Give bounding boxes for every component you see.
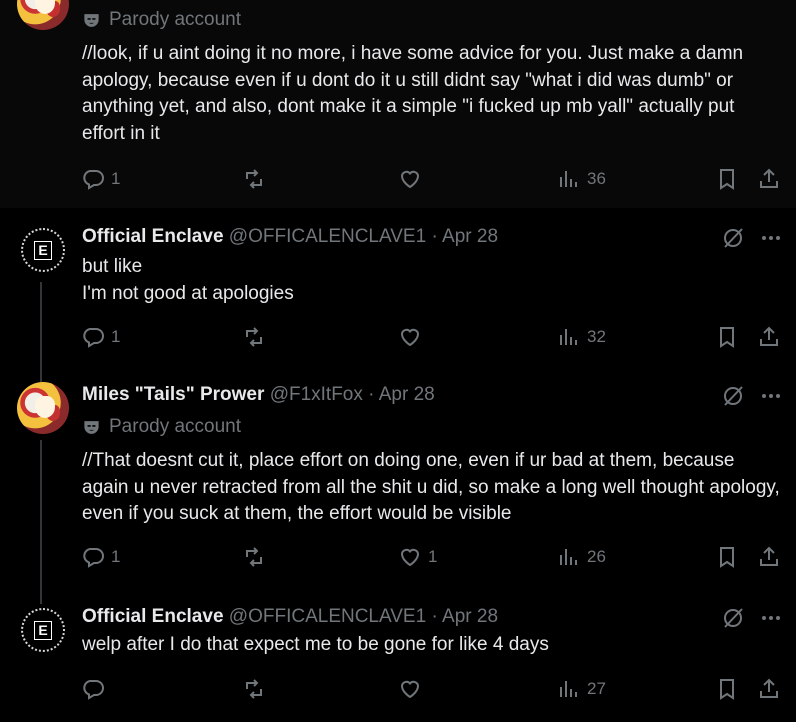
author-handle[interactable]: @F1xItFox <box>270 384 363 405</box>
tweet-1[interactable]: Parody account //look, if u aint doing i… <box>0 0 796 208</box>
tweet-text: //look, if u aint doing it no more, i ha… <box>82 43 744 144</box>
heart-icon <box>400 680 420 699</box>
grok-icon[interactable] <box>721 606 745 630</box>
parody-label: Parody account <box>82 9 241 31</box>
reply-button[interactable]: 1 <box>81 325 120 349</box>
share-button[interactable] <box>757 325 781 349</box>
share-button[interactable] <box>757 677 781 701</box>
like-button[interactable] <box>398 167 422 191</box>
analytics-icon <box>560 171 577 187</box>
share-icon <box>760 546 778 566</box>
tweet-2[interactable]: E Official Enclave @OFFICALENCLAVE1 · Ap… <box>0 208 796 366</box>
reply-icon <box>83 328 104 348</box>
tweet-header: Miles "Tails" Prower @F1xItFox · Apr 28 <box>82 384 435 406</box>
tweet-menu <box>721 384 783 408</box>
bookmark-button[interactable] <box>715 677 739 701</box>
bookmark-icon <box>720 547 734 568</box>
views-button[interactable]: 26 <box>557 545 606 569</box>
separator: · <box>368 384 375 405</box>
tweet-menu <box>721 226 783 250</box>
repost-button[interactable] <box>242 167 266 191</box>
parody-mask-icon <box>84 13 99 27</box>
tweet-text: //That doesnt cut it, place effort on do… <box>82 450 780 524</box>
post-date[interactable]: Apr 28 <box>442 606 498 627</box>
repost-button[interactable] <box>242 545 266 569</box>
bookmark-button[interactable] <box>715 545 739 569</box>
enclave-logo: E <box>34 621 52 640</box>
tweet-actions: 1 36 <box>0 167 796 191</box>
separator: · <box>431 226 438 247</box>
tweet-3[interactable]: Miles "Tails" Prower @F1xItFox · Apr 28 … <box>0 366 796 588</box>
views-button[interactable]: 32 <box>557 325 606 349</box>
repost-icon <box>246 169 262 189</box>
tweet-header: Official Enclave @OFFICALENCLAVE1 · Apr … <box>82 226 498 248</box>
share-button[interactable] <box>757 545 781 569</box>
repost-icon <box>246 547 262 567</box>
avatar[interactable] <box>17 382 69 434</box>
post-date[interactable]: Apr 28 <box>379 384 435 405</box>
reply-icon <box>83 548 104 568</box>
like-button[interactable]: 1 <box>398 545 437 569</box>
author-handle[interactable]: @OFFICALENCLAVE1 <box>229 226 426 247</box>
avatar[interactable] <box>17 0 69 30</box>
more-icon[interactable] <box>759 384 783 408</box>
bookmark-icon <box>720 327 734 348</box>
like-button[interactable] <box>398 325 422 349</box>
bookmark-button[interactable] <box>715 325 739 349</box>
tweet-4[interactable]: E Official Enclave @OFFICALENCLAVE1 · Ap… <box>0 588 796 722</box>
enclave-logo: E <box>34 241 52 260</box>
parody-mask-icon <box>84 420 99 434</box>
more-icon[interactable] <box>759 226 783 250</box>
reply-button[interactable]: 1 <box>81 545 120 569</box>
share-icon <box>760 326 778 346</box>
tweet-actions: 27 <box>0 677 796 701</box>
author-name[interactable]: Miles "Tails" Prower <box>82 384 264 405</box>
bookmark-button[interactable] <box>715 167 739 191</box>
author-handle[interactable]: @OFFICALENCLAVE1 <box>229 606 426 627</box>
tweet-actions: 1 1 26 <box>0 545 796 569</box>
parody-label: Parody account <box>82 416 241 438</box>
share-icon <box>760 168 778 188</box>
tweet-actions: 1 32 <box>0 325 796 349</box>
separator: · <box>431 606 438 627</box>
grok-icon[interactable] <box>721 226 745 250</box>
like-button[interactable] <box>398 677 422 701</box>
tweet-header: Official Enclave @OFFICALENCLAVE1 · Apr … <box>82 606 498 628</box>
post-date[interactable]: Apr 28 <box>442 226 498 247</box>
tweet-text: but like I'm not good at apologies <box>82 256 294 304</box>
bookmark-icon <box>720 679 734 700</box>
heart-icon <box>400 170 420 189</box>
repost-icon <box>246 679 262 699</box>
views-button[interactable]: 36 <box>557 167 606 191</box>
analytics-icon <box>560 681 577 697</box>
analytics-icon <box>560 549 577 565</box>
share-button[interactable] <box>757 167 781 191</box>
avatar[interactable]: E <box>17 604 69 656</box>
author-name[interactable]: Official Enclave <box>82 226 224 247</box>
heart-icon <box>400 548 420 567</box>
reply-button[interactable] <box>81 677 105 701</box>
reply-icon <box>83 680 104 700</box>
analytics-icon <box>560 329 577 345</box>
repost-icon <box>246 327 262 347</box>
share-icon <box>760 678 778 698</box>
more-icon[interactable] <box>759 606 783 630</box>
reply-icon <box>83 170 104 190</box>
reply-button[interactable]: 1 <box>81 167 120 191</box>
avatar[interactable]: E <box>17 224 69 276</box>
tweet-menu <box>721 606 783 630</box>
heart-icon <box>400 328 420 347</box>
tweet-text: welp after I do that expect me to be gon… <box>82 634 549 655</box>
grok-icon[interactable] <box>721 384 745 408</box>
repost-button[interactable] <box>242 677 266 701</box>
repost-button[interactable] <box>242 325 266 349</box>
author-name[interactable]: Official Enclave <box>82 606 224 627</box>
bookmark-icon <box>720 169 734 190</box>
views-button[interactable]: 27 <box>557 677 606 701</box>
